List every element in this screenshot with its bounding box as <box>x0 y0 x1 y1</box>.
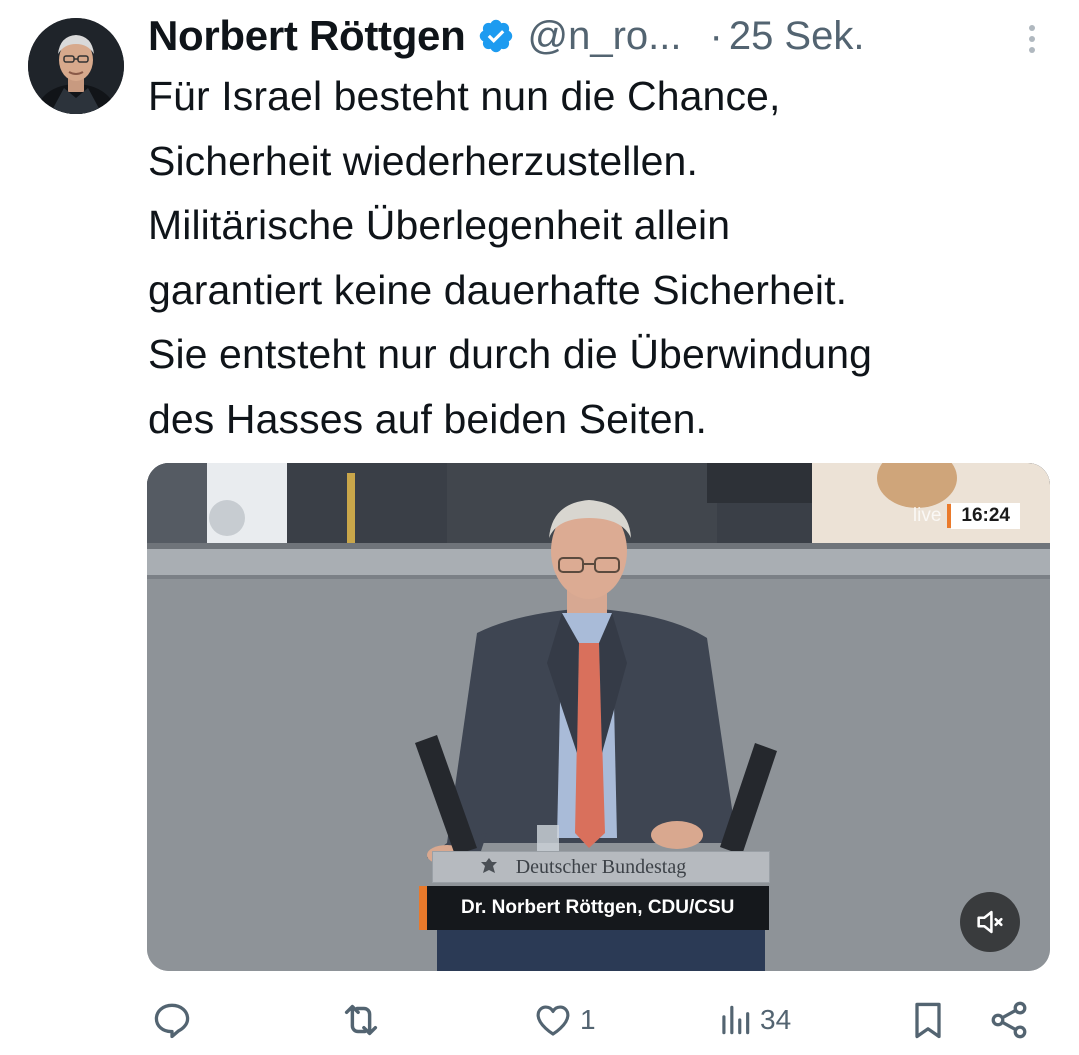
tweet-timestamp[interactable]: 25 Sek. <box>729 14 865 59</box>
lectern-nameplate: Deutscher Bundestag <box>432 851 770 883</box>
like-button[interactable]: 1 <box>532 995 596 1045</box>
verified-badge-icon <box>477 17 515 55</box>
live-badge: live 16:24 <box>913 503 1020 529</box>
tweet[interactable]: Norbert Röttgen @n_ro... · 25 Sek. Für I… <box>0 0 1079 1055</box>
tweet-header: Norbert Röttgen @n_ro... · 25 Sek. <box>148 8 1058 64</box>
tweet-text: Für Israel besteht nun die Chance, Siche… <box>148 64 1058 451</box>
more-options-icon[interactable] <box>1022 18 1042 60</box>
tweet-text-line: Für Israel besteht nun die Chance, <box>148 73 781 119</box>
federal-eagle-icon <box>479 856 499 876</box>
bookmark-icon <box>915 1002 941 1039</box>
live-label: live <box>912 505 942 526</box>
live-clock: 16:24 <box>951 503 1020 529</box>
share-icon <box>991 1001 1027 1039</box>
tweet-text-line: Sie entsteht nur durch die Überwindung <box>148 331 873 377</box>
mute-button[interactable] <box>960 892 1020 952</box>
bookmark-button[interactable] <box>906 995 950 1045</box>
tweet-text-line: des Hasses auf beiden Seiten. <box>148 395 708 442</box>
tweet-text-line: Sicherheit wiederherzustellen. <box>148 137 698 184</box>
views-count: 34 <box>760 1004 792 1035</box>
share-button[interactable] <box>987 995 1031 1045</box>
action-bar: 1 34 <box>0 995 1079 1045</box>
reply-icon <box>154 1003 190 1039</box>
author-name[interactable]: Norbert Röttgen <box>148 12 466 60</box>
lower-third-caption: Dr. Norbert Röttgen, CDU/CSU <box>419 886 769 930</box>
views-button[interactable]: 34 <box>716 995 791 1045</box>
tweet-text-line: Militärische Überlegenheit allein <box>148 202 731 248</box>
video-player[interactable]: live 16:24 Deutscher Bundestag Dr. Norbe… <box>147 463 1050 971</box>
mute-icon <box>977 910 1003 934</box>
separator-dot: · <box>709 13 723 58</box>
retweet-icon <box>344 1004 378 1036</box>
reply-button[interactable] <box>150 995 200 1045</box>
views-icon <box>722 1005 750 1035</box>
lectern-text: Deutscher Bundestag <box>515 855 687 878</box>
avatar-image <box>28 18 124 114</box>
retweet-button[interactable] <box>338 995 390 1045</box>
tweet-text-line: garantiert keine dauerhafte Sicherheit. <box>148 266 848 313</box>
avatar[interactable] <box>28 18 124 114</box>
author-handle[interactable]: @n_ro... <box>527 14 681 59</box>
like-icon <box>536 1005 570 1036</box>
like-count: 1 <box>580 1004 596 1035</box>
